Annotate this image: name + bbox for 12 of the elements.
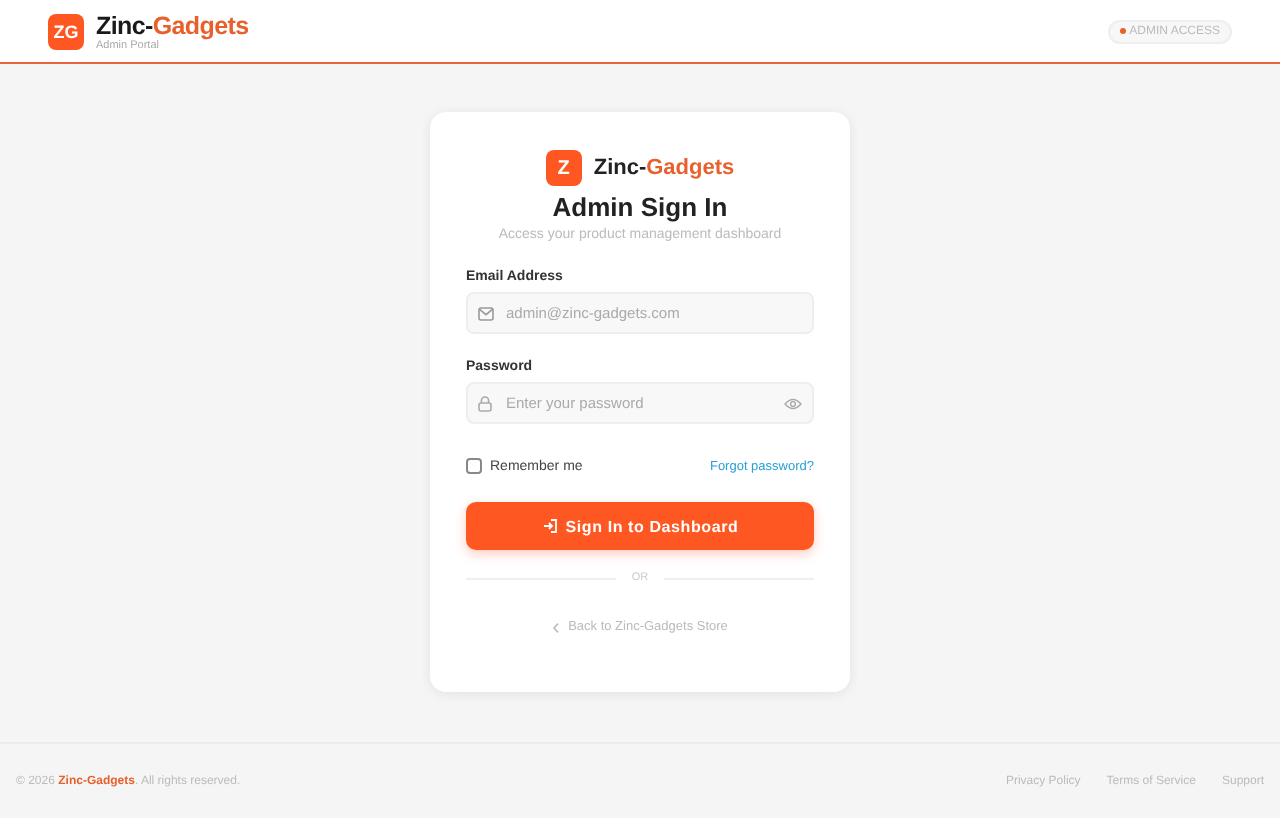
chevron-left-icon <box>552 621 561 633</box>
mail-icon <box>478 306 494 320</box>
sign-in-title: Admin Sign In <box>550 192 730 222</box>
brand-name: Zinc-Gadgets <box>593 156 735 180</box>
logo-icon: Z <box>545 150 582 186</box>
remember-checkbox[interactable] <box>466 458 482 474</box>
brand-name: Zinc-Gadgets <box>96 11 249 39</box>
eye-icon[interactable] <box>784 397 802 409</box>
lock-icon <box>478 395 492 411</box>
logo-icon: ZG <box>48 13 84 49</box>
sign-in-button[interactable]: Sign In to Dashboard <box>466 502 814 550</box>
sign-in-icon <box>541 518 558 534</box>
